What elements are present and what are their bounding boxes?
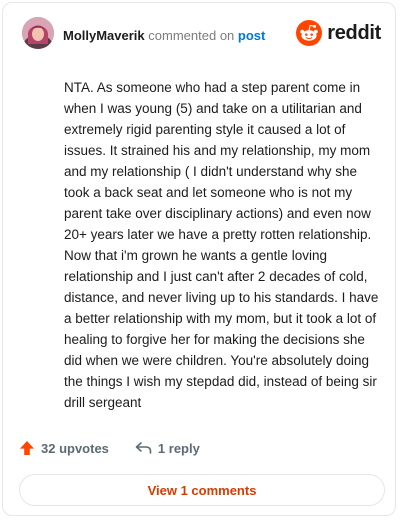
view-comments-button[interactable]: View 1 comments xyxy=(19,474,385,506)
reddit-logo[interactable]: reddit xyxy=(296,20,381,46)
reddit-snoo-icon xyxy=(296,20,323,46)
reply-stat[interactable]: 1 reply xyxy=(135,441,200,456)
username-link[interactable]: MollyMaverik xyxy=(63,28,145,43)
upvote-stat[interactable]: 32 upvotes xyxy=(19,440,109,456)
action-text: commented on xyxy=(148,28,235,43)
replies-count: 1 reply xyxy=(157,440,200,456)
comment-header: MollyMaverik commented on post xyxy=(63,28,265,43)
avatar[interactable] xyxy=(22,17,54,49)
post-link[interactable]: post xyxy=(238,28,265,43)
reddit-wordmark: reddit xyxy=(327,21,381,44)
comment-card: MollyMaverik commented on post reddit NT… xyxy=(2,2,396,516)
upvote-arrow-icon xyxy=(20,441,34,455)
reply-arrow-icon xyxy=(135,442,152,454)
comment-text: NTA. As someone who had a step parent co… xyxy=(64,80,379,410)
comment-stats: 32 upvotes 1 reply xyxy=(19,440,200,456)
upvotes-count: 32 upvotes xyxy=(41,440,109,456)
